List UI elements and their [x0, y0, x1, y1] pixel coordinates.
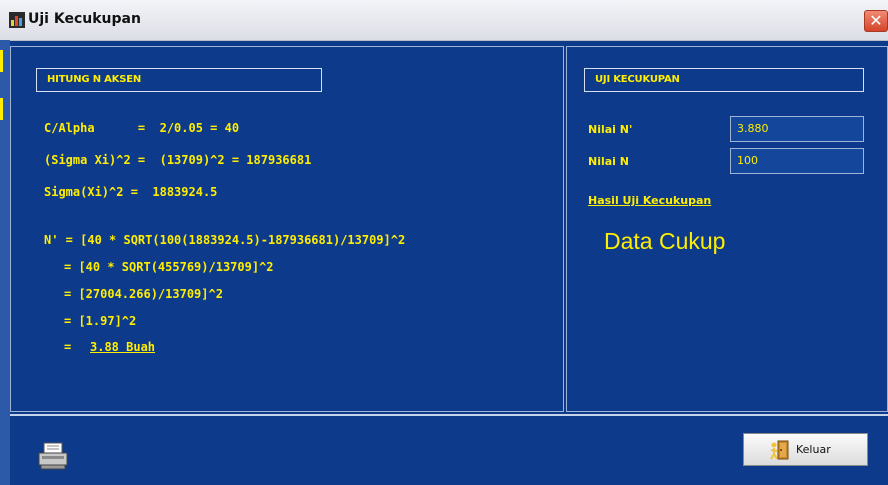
uji-kecukupan-header: UJI KECUKUPAN [584, 68, 864, 92]
result-status: Data Cukup [604, 228, 726, 254]
calculation-panel [10, 46, 564, 412]
app-icon [9, 12, 25, 28]
calc-line-n-aksen-formula: N' = [40 * SQRT(100(1883924.5)-187936681… [44, 233, 406, 247]
left-edge-marker [0, 98, 3, 120]
keluar-label: Keluar [796, 443, 831, 456]
calc-line-c-alpha: C/Alpha = 2/0.05 = 40 [44, 121, 240, 135]
nilai-n-aksen-label: Nilai N' [588, 123, 633, 136]
hitung-n-aksen-header: HITUNG N AKSEN [36, 68, 322, 92]
close-button[interactable]: ✕ [864, 10, 888, 32]
calc-line-step-1: = [40 * SQRT(455769)/13709]^2 [64, 260, 274, 274]
calc-line-step-2: = [27004.266)/13709]^2 [64, 287, 223, 301]
printer-icon[interactable] [38, 442, 68, 470]
calc-line-sigma-xi2: Sigma(Xi)^2 = 1883924.5 [44, 185, 218, 199]
left-edge-marker [0, 50, 3, 72]
nilai-n-aksen-field[interactable]: 3.880 [730, 116, 864, 142]
uji-kecukupan-window: Uji Kecukupan ✕ HITUNG N AKSEN C/Alpha =… [0, 0, 888, 485]
nilai-n-label: Nilai N [588, 155, 629, 168]
calc-line-sigma-xi-squared: (Sigma Xi)^2 = (13709)^2 = 187936681 [44, 153, 312, 167]
title-bar: Uji Kecukupan ✕ [0, 0, 888, 41]
calc-line-step-3: = [1.97]^2 [64, 314, 137, 328]
exit-door-icon [770, 440, 789, 460]
calc-line-equals: = [64, 340, 72, 354]
calc-result-buah: 3.88 Buah [90, 340, 156, 354]
keluar-button[interactable]: Keluar [743, 433, 868, 466]
nilai-n-field[interactable]: 100 [730, 148, 864, 174]
hasil-uji-kecukupan-link[interactable]: Hasil Uji Kecukupan [588, 194, 711, 207]
window-title: Uji Kecukupan [28, 11, 141, 27]
